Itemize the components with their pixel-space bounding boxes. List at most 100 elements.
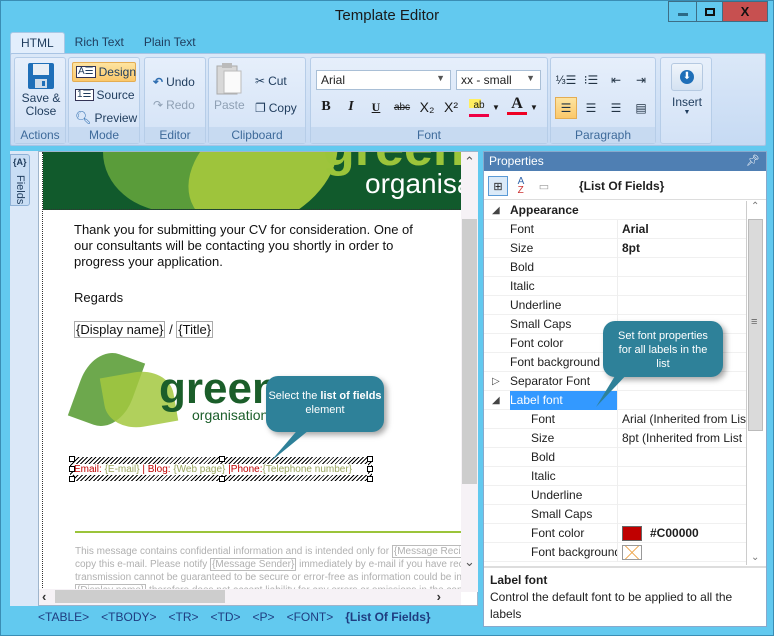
resize-handle[interactable] — [367, 476, 373, 482]
property-row[interactable]: Underline — [484, 486, 746, 505]
fields-side-tab[interactable]: {A} Fields — [10, 154, 30, 206]
message-sender-field[interactable]: {Message Sender} — [210, 558, 297, 571]
property-row[interactable]: Italic — [484, 467, 746, 486]
property-row[interactable]: Size 8pt — [484, 239, 746, 258]
categorized-view-button[interactable]: ⊞ — [488, 176, 508, 196]
chevron-down-icon[interactable]: ⌄ — [464, 554, 475, 570]
maximize-button[interactable] — [696, 1, 723, 22]
title-field[interactable]: {Title} — [176, 321, 214, 338]
expand-icon[interactable]: ▷ — [492, 372, 500, 391]
property-value[interactable] — [622, 543, 746, 562]
design-button[interactable]: A☰ Design — [72, 62, 136, 82]
resize-handle[interactable] — [69, 456, 75, 462]
subscript-button[interactable]: X₂ — [417, 97, 437, 117]
justify-button[interactable]: ▤ — [631, 98, 651, 118]
property-row[interactable]: Font color #C00000 — [484, 524, 746, 543]
numbered-list-button[interactable]: ⅓☰ — [556, 70, 577, 90]
html-editor[interactable]: green organisatio Thank you for submitti… — [38, 151, 478, 606]
paste-button[interactable]: Paste — [214, 62, 245, 112]
highlight-color-button[interactable]: ab — [469, 97, 489, 117]
property-pages-button[interactable]: ▭ — [534, 176, 554, 196]
preview-button[interactable]: 🔍︎ Preview — [75, 109, 137, 127]
scroll-thumb[interactable] — [462, 219, 477, 484]
path-item-table[interactable]: <TABLE> — [38, 610, 89, 624]
source-button[interactable]: 1☰ Source — [75, 86, 135, 104]
undo-button[interactable]: ↶ Undo — [153, 75, 195, 89]
property-value[interactable]: #C00000 — [622, 524, 746, 543]
chevron-down-icon[interactable]: ⌄ — [751, 552, 759, 563]
close-button[interactable]: X — [722, 1, 768, 22]
resize-handle[interactable] — [69, 466, 75, 472]
cut-button[interactable]: ✂ Cut — [255, 74, 287, 88]
resize-handle[interactable] — [219, 476, 225, 482]
strikethrough-button[interactable]: abc — [392, 97, 412, 117]
resize-handle[interactable] — [367, 456, 373, 462]
font-color-button[interactable]: A — [507, 95, 527, 115]
path-item-tr[interactable]: <TR> — [169, 610, 199, 624]
decrease-indent-button[interactable]: ⇤ — [606, 70, 626, 90]
chevron-up-icon[interactable]: ⌃ — [751, 201, 759, 212]
properties-scrollbar[interactable]: ⌃ ≡ ⌄ — [746, 201, 764, 565]
superscript-button[interactable]: X² — [441, 97, 461, 117]
path-item-current[interactable]: {List Of Fields} — [345, 610, 430, 624]
underline-button[interactable]: U — [366, 97, 386, 117]
collapse-icon[interactable]: ◢ — [492, 201, 500, 220]
font-name-select[interactable]: Arial ▼ — [316, 70, 451, 90]
resize-handle[interactable] — [367, 466, 373, 472]
property-category[interactable]: ◢ Appearance — [484, 201, 746, 220]
path-item-font[interactable]: <FONT> — [287, 610, 334, 624]
path-item-td[interactable]: <TD> — [211, 610, 241, 624]
align-left-button[interactable]: ☰ — [555, 97, 577, 119]
tab-rich-text[interactable]: Rich Text — [65, 32, 134, 54]
chevron-right-icon[interactable]: › — [437, 589, 441, 604]
property-row[interactable]: Bold — [484, 258, 746, 277]
tab-plain-text[interactable]: Plain Text — [134, 32, 206, 54]
collapse-icon[interactable]: ◢ — [492, 391, 500, 410]
property-row[interactable]: Small Caps — [484, 505, 746, 524]
insert-button[interactable]: ⬇ Insert ▼ — [669, 63, 705, 116]
path-item-p[interactable]: <P> — [253, 610, 275, 624]
property-value[interactable]: 8pt — [622, 239, 746, 258]
path-item-tbody[interactable]: <TBODY> — [101, 610, 156, 624]
property-row[interactable]: Font Arial (Inherited from List Of Fields… — [484, 410, 746, 429]
highlight-dropdown-icon[interactable]: ▼ — [491, 97, 501, 117]
property-row[interactable]: Bold — [484, 448, 746, 467]
font-color-dropdown-icon[interactable]: ▼ — [529, 97, 539, 117]
copy-button[interactable]: ❐ Copy — [255, 101, 297, 115]
resize-handle[interactable] — [69, 476, 75, 482]
editor-horizontal-scrollbar[interactable]: ‹ › — [39, 589, 461, 605]
message-recipient-field[interactable]: {Message Recipient} — [391, 545, 461, 558]
increase-indent-button[interactable]: ⇥ — [631, 70, 651, 90]
bold-button[interactable]: B — [316, 97, 336, 117]
property-row[interactable]: Italic — [484, 277, 746, 296]
align-center-button[interactable]: ☰ — [581, 98, 601, 118]
property-row[interactable]: Underline — [484, 296, 746, 315]
italic-button[interactable]: I — [341, 97, 361, 117]
property-row[interactable]: Font Arial — [484, 220, 746, 239]
alphabetical-sort-button[interactable]: AZ — [511, 176, 531, 196]
display-name-field[interactable]: {Display name} — [74, 321, 166, 338]
bullet-list-button[interactable]: ⁝☰ — [581, 70, 601, 90]
pin-icon[interactable]: 📌︎ — [746, 154, 760, 167]
property-row[interactable]: Font background — [484, 543, 746, 562]
list-of-fields-element[interactable]: Email: {E-mail} | Blog: {Web page} |Phon… — [69, 456, 373, 482]
save-close-button[interactable]: Save & Close — [19, 62, 63, 118]
editor-vertical-scrollbar[interactable]: ⌃ ⌄ — [461, 152, 478, 592]
chevron-left-icon[interactable]: ‹ — [42, 589, 46, 604]
fields-tab-label: Fields — [14, 175, 26, 205]
property-value[interactable]: Arial (Inherited from List Of Fields) — [622, 410, 746, 429]
resize-handle[interactable] — [219, 456, 225, 462]
minimize-button[interactable] — [668, 1, 697, 22]
redo-button[interactable]: ↷ Redo — [153, 98, 195, 112]
document-canvas[interactable]: green organisatio Thank you for submitti… — [42, 152, 461, 592]
no-color-swatch[interactable] — [622, 545, 642, 561]
tab-html[interactable]: HTML — [10, 32, 65, 54]
color-swatch[interactable] — [622, 526, 642, 542]
scroll-thumb[interactable] — [55, 590, 225, 603]
align-right-button[interactable]: ☰ — [606, 98, 626, 118]
chevron-up-icon[interactable]: ⌃ — [464, 154, 475, 170]
property-row[interactable]: Size 8pt (Inherited from List Of Fields) — [484, 429, 746, 448]
font-size-select[interactable]: xx - small ▼ — [456, 70, 541, 90]
property-value[interactable]: 8pt (Inherited from List Of Fields) — [622, 429, 746, 448]
property-value[interactable]: Arial — [622, 220, 746, 239]
